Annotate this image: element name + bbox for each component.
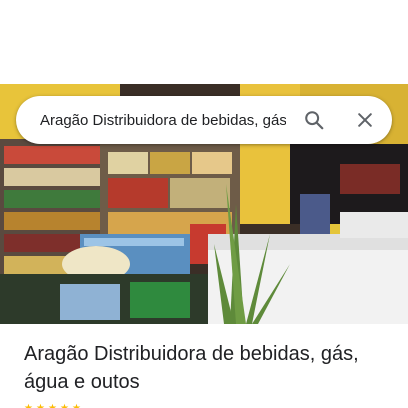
place-title: Aragão Distribuidora de bebidas, gás, ág… (24, 343, 359, 393)
star-icon: ★ (72, 404, 82, 408)
search-input[interactable]: Aragão Distribuidora de bebidas, gás, ág… (40, 110, 286, 132)
close-button[interactable] (349, 104, 381, 136)
rating-stars: ★ ★ ★ ★ ★ (24, 402, 82, 408)
star-icon: ★ (24, 404, 34, 408)
search-icon (305, 111, 324, 130)
close-icon (358, 113, 372, 127)
search-bar[interactable]: Aragão Distribuidora de bebidas, gás, ág… (16, 96, 392, 144)
search-button[interactable] (298, 104, 330, 136)
maps-place-page: Aragão Distribuidora de bebidas, gás, ág… (0, 0, 408, 408)
star-icon: ★ (36, 404, 46, 408)
star-icon: ★ (60, 404, 70, 408)
star-icon: ★ (48, 404, 58, 408)
